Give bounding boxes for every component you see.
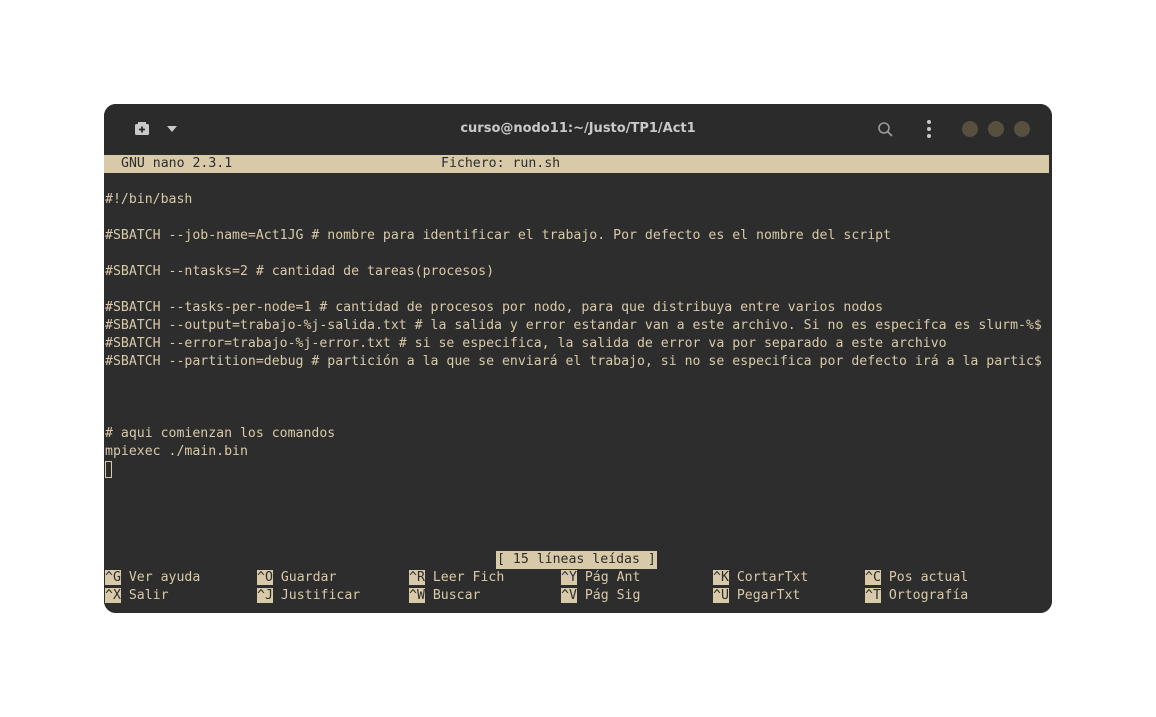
- shortcut-key: ^Y: [561, 570, 577, 585]
- close-button[interactable]: [1014, 121, 1030, 137]
- editor-line: mpiexec ./main.bin: [105, 444, 248, 459]
- editor-line: #!/bin/bash: [105, 192, 193, 207]
- shortcut-key: ^V: [561, 588, 577, 603]
- shortcut-label: Guardar: [280, 570, 337, 585]
- editor-line: #SBATCH --partition=debug # partición a …: [105, 354, 1042, 369]
- editor-line: #SBATCH --tasks-per-node=1 # cantidad de…: [105, 300, 884, 315]
- terminal-window: curso@nodo11:~/Justo/TP1/Act1 GNU nano 2…: [104, 104, 1052, 613]
- shortcut-justify[interactable]: ^J Justificar: [257, 587, 360, 605]
- shortcut-key: ^T: [865, 588, 881, 603]
- shortcut-key: ^U: [713, 588, 729, 603]
- terminal-content[interactable]: GNU nano 2.3.1 Fichero: run.sh #!/bin/ba…: [104, 154, 1052, 613]
- shortcut-prev-page[interactable]: ^Y Pág Ant: [561, 569, 640, 587]
- shortcut-label: Pág Ant: [584, 570, 641, 585]
- shortcut-key: ^O: [257, 570, 273, 585]
- title-bar: curso@nodo11:~/Justo/TP1/Act1: [104, 104, 1052, 154]
- shortcut-key: ^K: [713, 570, 729, 585]
- shortcut-label: Ortografía: [888, 588, 969, 603]
- shortcut-cur-pos[interactable]: ^C Pos actual: [865, 569, 968, 587]
- shortcut-key: ^R: [409, 570, 425, 585]
- shortcut-exit[interactable]: ^X Salir: [105, 587, 169, 605]
- shortcut-label: Buscar: [432, 588, 481, 603]
- shortcut-label: CortarTxt: [736, 570, 809, 585]
- shortcut-key: ^C: [865, 570, 881, 585]
- search-icon[interactable]: [877, 121, 894, 138]
- shortcut-label: Pos actual: [888, 570, 969, 585]
- editor-line: #SBATCH --error=trabajo-%j-error.txt # s…: [105, 336, 947, 351]
- shortcut-label: Salir: [128, 588, 169, 603]
- shortcut-read-file[interactable]: ^R Leer Fich: [409, 569, 504, 587]
- nano-version: GNU nano 2.3.1: [121, 156, 233, 171]
- window-title: curso@nodo11:~/Justo/TP1/Act1: [460, 121, 696, 136]
- editor-line: # aqui comienzan los comandos: [105, 426, 336, 441]
- shortcut-spell-check[interactable]: ^T Ortografía: [865, 587, 968, 605]
- shortcut-help[interactable]: ^G Ver ayuda: [105, 569, 200, 587]
- shortcut-key: ^W: [409, 588, 425, 603]
- editor-line: #SBATCH --ntasks=2 # cantidad de tareas(…: [105, 264, 495, 279]
- shortcut-label: Pág Sig: [584, 588, 641, 603]
- editor-line: #SBATCH --job-name=Act1JG # nombre para …: [105, 228, 892, 243]
- shortcut-key: ^X: [105, 588, 121, 603]
- maximize-button[interactable]: [988, 121, 1004, 137]
- file-name: Fichero: run.sh: [441, 156, 561, 171]
- shortcut-label: Leer Fich: [432, 570, 505, 585]
- shortcut-cut-text[interactable]: ^K CortarTxt: [713, 569, 808, 587]
- shortcut-save[interactable]: ^O Guardar: [257, 569, 336, 587]
- kebab-menu-icon[interactable]: [924, 119, 934, 139]
- editor-line: #SBATCH --output=trabajo-%j-salida.txt #…: [105, 318, 1042, 333]
- shortcut-key: ^G: [105, 570, 121, 585]
- text-cursor: [105, 461, 112, 478]
- shortcut-label: Justificar: [280, 588, 361, 603]
- shortcut-next-page[interactable]: ^V Pág Sig: [561, 587, 640, 605]
- nano-header-bar: GNU nano 2.3.1 Fichero: run.sh: [104, 155, 1049, 173]
- shortcut-paste-text[interactable]: ^U PegarTxt: [713, 587, 800, 605]
- shortcut-key: ^J: [257, 588, 273, 603]
- shortcut-label: Ver ayuda: [128, 570, 201, 585]
- shortcut-search[interactable]: ^W Buscar: [409, 587, 480, 605]
- shortcut-label: PegarTxt: [736, 588, 801, 603]
- minimize-button[interactable]: [962, 121, 978, 137]
- status-message: [ 15 líneas leídas ]: [496, 551, 657, 569]
